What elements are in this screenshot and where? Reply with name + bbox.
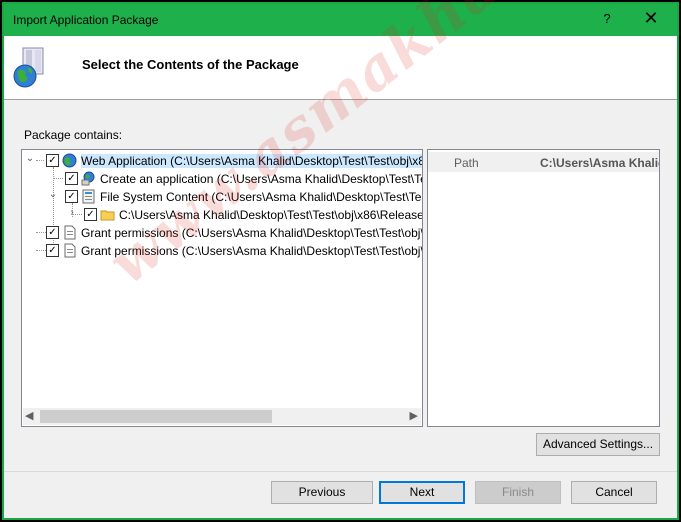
close-button[interactable]: ✕ xyxy=(640,8,662,29)
expand-chevron-icon[interactable]: ⌄ xyxy=(48,189,58,200)
next-button[interactable]: Next xyxy=(379,481,465,504)
finish-button[interactable]: Finish xyxy=(475,481,561,504)
checkbox[interactable]: ✓ xyxy=(46,154,59,167)
checkbox[interactable]: ✓ xyxy=(65,172,78,185)
scrollbar-thumb[interactable] xyxy=(40,410,272,423)
import-package-dialog: Import Application Package ? ✕ Select th… xyxy=(2,0,681,520)
footer-divider xyxy=(4,471,677,472)
checkbox[interactable]: ✓ xyxy=(84,208,97,221)
window-title: Import Application Package xyxy=(13,13,159,27)
checkbox[interactable]: ✓ xyxy=(65,190,78,203)
cancel-button[interactable]: Cancel xyxy=(571,481,657,504)
properties-panel[interactable]: Path C:\Users\Asma Khalid\Desktop\Test\T… xyxy=(427,149,660,427)
checkbox[interactable]: ✓ xyxy=(46,226,59,239)
property-name: Path xyxy=(454,156,479,170)
file-system-icon xyxy=(82,189,95,204)
package-contains-label: Package contains: xyxy=(24,128,123,142)
advanced-settings-button[interactable]: Advanced Settings... xyxy=(536,433,660,456)
document-icon xyxy=(64,225,76,240)
horizontal-scrollbar[interactable]: ◀ ▶ xyxy=(23,408,421,425)
expand-chevron-icon[interactable]: ⌄ xyxy=(25,153,35,164)
expand-chevron-icon[interactable]: › xyxy=(67,207,77,218)
scroll-left-icon[interactable]: ◀ xyxy=(25,409,33,422)
help-button[interactable]: ? xyxy=(600,11,614,26)
package-globe-icon xyxy=(13,47,44,88)
scroll-right-icon[interactable]: ▶ xyxy=(410,409,418,422)
previous-button[interactable]: Previous xyxy=(271,481,373,504)
property-row-path[interactable]: Path C:\Users\Asma Khalid\Desktop\Test\T… xyxy=(428,152,659,172)
page-title: Select the Contents of the Package xyxy=(82,57,299,72)
globe-icon xyxy=(62,153,77,168)
tree-item-grant-permissions[interactable]: ✓ Grant permissions (C:\Users\Asma Khali… xyxy=(22,242,422,260)
folder-icon xyxy=(100,210,115,221)
app-globe-icon xyxy=(81,171,95,186)
title-bar[interactable]: Import Application Package ? ✕ xyxy=(4,4,677,36)
property-value: C:\Users\Asma Khalid\Desktop\Test\Test\o… xyxy=(540,156,659,170)
document-icon xyxy=(64,243,76,258)
checkbox[interactable]: ✓ xyxy=(46,244,59,257)
